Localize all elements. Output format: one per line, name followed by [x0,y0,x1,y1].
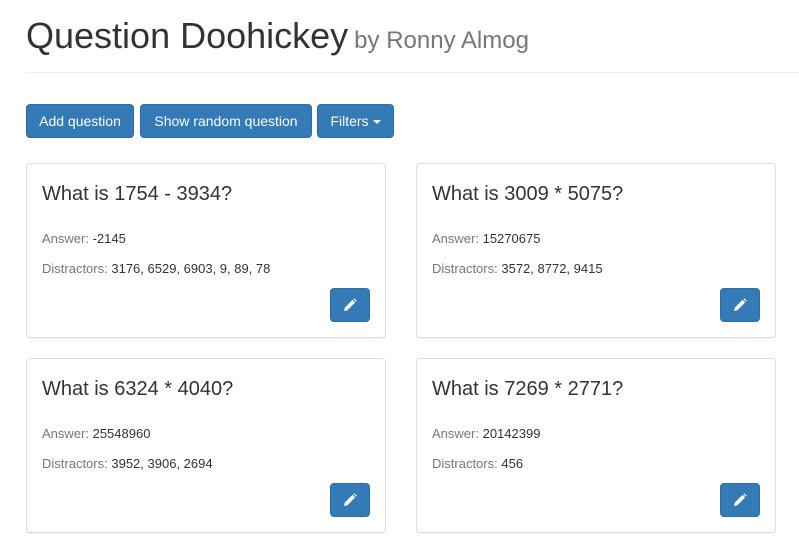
question-text: What is 1754 - 3934? [42,183,233,205]
answer-value: 25548960 [92,426,151,441]
distractors-label: Distractors: [42,456,108,471]
page-title: Question Doohickey by Ronny Almog [26,16,529,61]
pencil-icon [344,493,357,506]
page-header: Question Doohickey by Ronny Almog [26,14,799,73]
add-question-button[interactable]: Add question [26,104,134,138]
show-random-question-button[interactable]: Show random question [140,104,312,138]
edit-question-button[interactable] [720,288,760,322]
question-card: What is 6324 * 4040? Answer: 25548960 Di… [26,358,386,533]
filters-label: Filters [330,113,369,129]
answer-value: -2145 [92,231,126,246]
edit-question-button[interactable] [720,483,760,517]
distractors-value: 456 [501,456,524,471]
pencil-icon [734,298,747,311]
edit-question-button[interactable] [330,483,370,517]
question-text: What is 3009 * 5075? [432,183,624,205]
filters-dropdown-button[interactable]: Filters [317,104,394,138]
answer-value: 20142399 [482,426,541,441]
answer-line: Answer: 25548960 [42,426,150,442]
answer-line: Answer: 20142399 [432,426,540,442]
question-text: What is 6324 * 4040? [42,378,234,400]
question-card: What is 3009 * 5075? Answer: 15270675 Di… [416,163,776,338]
answer-value: 15270675 [482,231,541,246]
answer-label: Answer: [42,426,89,441]
question-text: What is 7269 * 2771? [432,378,624,400]
question-card: What is 7269 * 2771? Answer: 20142399 Di… [416,358,776,533]
edit-question-button[interactable] [330,288,370,322]
answer-label: Answer: [432,231,479,246]
answer-label: Answer: [42,231,89,246]
distractors-line: Distractors: 3572, 8772, 9415 [432,261,603,277]
question-card: What is 1754 - 3934? Answer: -2145 Distr… [26,163,386,338]
distractors-value: 3572, 8772, 9415 [501,261,603,276]
distractors-line: Distractors: 3176, 6529, 6903, 9, 89, 78 [42,261,270,277]
distractors-label: Distractors: [432,261,498,276]
answer-line: Answer: 15270675 [432,231,540,247]
distractors-value: 3952, 3906, 2694 [111,456,213,471]
answer-line: Answer: -2145 [42,231,126,247]
distractors-label: Distractors: [432,456,498,471]
pencil-icon [734,493,747,506]
byline: by Ronny Almog [354,27,529,54]
pencil-icon [344,298,357,311]
distractors-line: Distractors: 3952, 3906, 2694 [42,456,213,472]
distractors-value: 3176, 6529, 6903, 9, 89, 78 [111,261,271,276]
app-title: Question Doohickey [26,15,349,56]
distractors-label: Distractors: [42,261,108,276]
caret-down-icon [372,120,381,125]
distractors-line: Distractors: 456 [432,456,523,472]
answer-label: Answer: [432,426,479,441]
